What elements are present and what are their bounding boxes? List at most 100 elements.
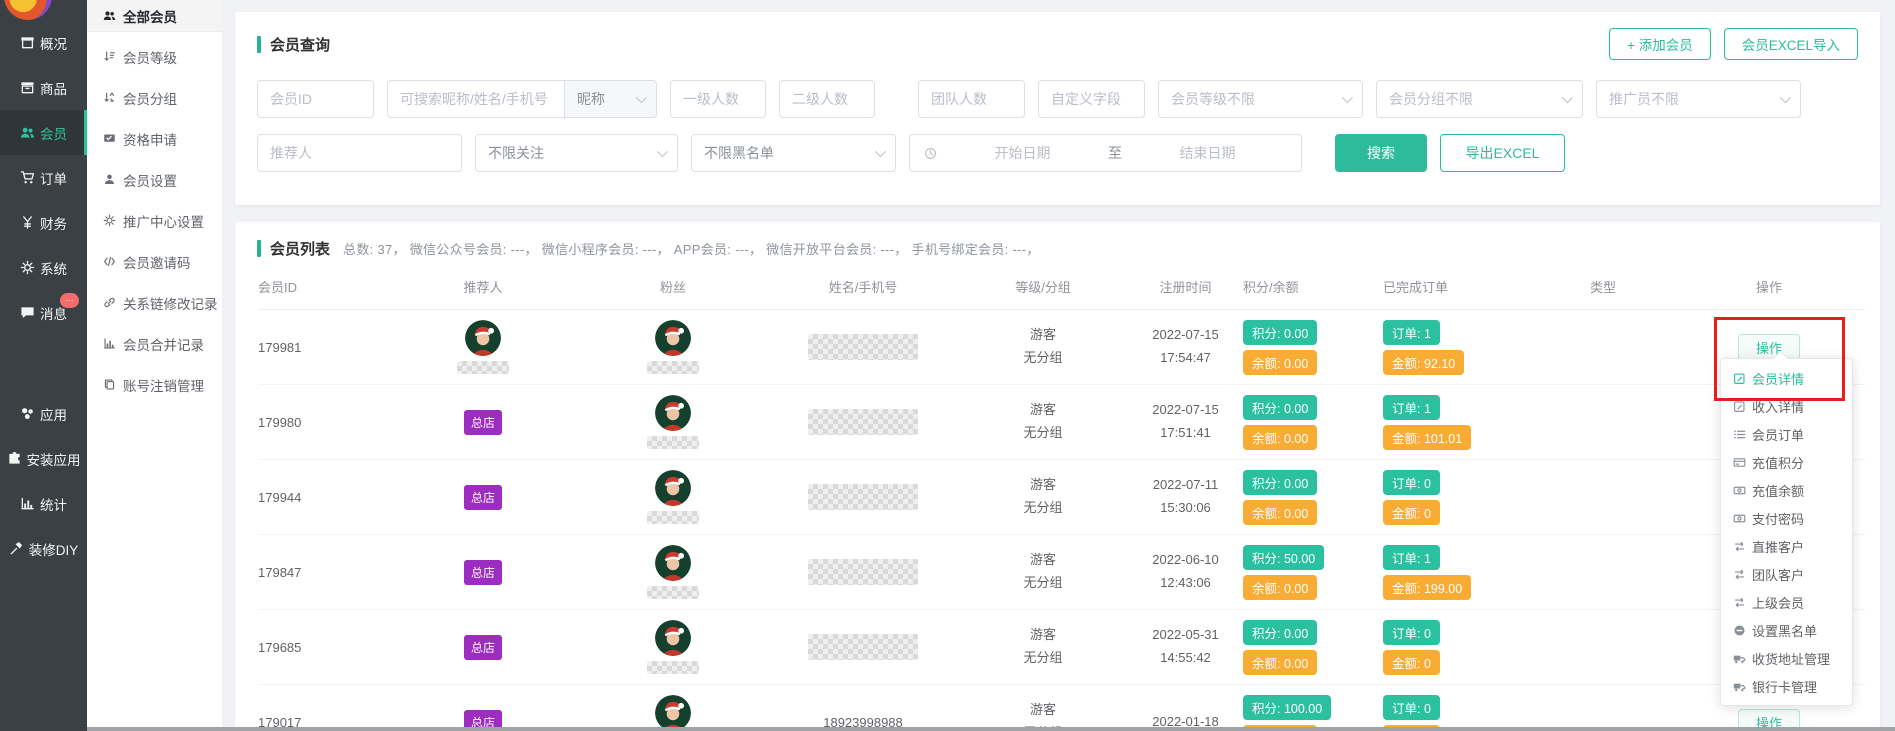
custom-field-input[interactable]: [1038, 80, 1145, 118]
sidebar-item-product[interactable]: 商品: [0, 65, 87, 110]
person-icon: [103, 173, 116, 186]
truck-icon: [1733, 652, 1746, 665]
action-menu-item-income-detail[interactable]: 收入详情: [1721, 392, 1852, 420]
sidebar-item-members[interactable]: 会员: [0, 110, 87, 155]
title-accent-bar: [257, 36, 261, 53]
member-excel-import-button[interactable]: 会员EXCEL导入: [1724, 28, 1858, 60]
member-list-panel: 会员列表 总数: 37， 微信公众号会员: ---， 微信小程序会员: ---，…: [235, 222, 1880, 731]
submenu-item-invite-code[interactable]: 会员邀请码: [87, 241, 222, 282]
row-action-button[interactable]: 操作: [1738, 334, 1800, 361]
col-referrer: 推荐人: [388, 277, 578, 296]
sidebar-item-overview[interactable]: 概况: [0, 20, 87, 65]
member-group-select[interactable]: 会员分组不限: [1376, 80, 1583, 118]
action-menu-item-bank-cards[interactable]: 银行卡管理: [1721, 672, 1852, 700]
name-cell: [768, 334, 958, 360]
avatar[interactable]: [655, 545, 691, 581]
submenu-item-promotion-settings[interactable]: 推广中心设置: [87, 200, 222, 241]
table-row: 179685 总店 游客 无分组 2022-05-31 14:55:42: [258, 610, 1865, 685]
sidebar-item-orders[interactable]: 订单: [0, 155, 87, 200]
level1-count-input[interactable]: [670, 80, 766, 118]
members-icon: [103, 9, 116, 22]
member-level-select[interactable]: 会员等级不限: [1158, 80, 1363, 118]
end-date-field[interactable]: 结束日期: [1128, 143, 1287, 163]
action-menu-item-team-customers[interactable]: 团队客户: [1721, 560, 1852, 588]
register-time-cell: 2022-07-15 17:54:47: [1128, 324, 1243, 370]
points-badge: 积分: 0.00: [1243, 470, 1317, 495]
follow-filter-select[interactable]: 不限关注: [475, 134, 678, 172]
submenu-item-all-members[interactable]: 全部会员: [87, 0, 222, 32]
avatar[interactable]: [655, 470, 691, 506]
chat-icon: [20, 305, 35, 320]
orders-badge: 订单: 1: [1383, 545, 1440, 570]
action-menu-item-set-blacklist[interactable]: 设置黑名单: [1721, 616, 1852, 644]
blurred-nickname: [647, 436, 699, 449]
action-menu-item-recharge-balance[interactable]: 充值余额: [1721, 476, 1852, 504]
sidebar-item-statistics[interactable]: 统计: [0, 481, 87, 526]
submenu-item-member-level[interactable]: 会员等级: [87, 36, 222, 77]
member-id-cell: 179847: [258, 565, 388, 580]
action-menu-item-recharge-points[interactable]: 充值积分: [1721, 448, 1852, 476]
submenu-item-relation-chain-log[interactable]: 关系链修改记录: [87, 282, 222, 323]
edit-icon: [1733, 400, 1746, 413]
level-group-cell: 游客 无分组: [958, 549, 1128, 595]
balance-badge: 余额: 0.00: [1243, 650, 1317, 675]
amount-badge: 金额: 92.10: [1383, 350, 1464, 375]
referrer-input[interactable]: [257, 134, 462, 172]
start-date-field[interactable]: 开始日期: [943, 143, 1102, 163]
fans-cell: [578, 545, 768, 599]
sort-level-icon: [103, 50, 116, 63]
export-excel-button[interactable]: 导出EXCEL: [1440, 134, 1565, 172]
sidebar-item-decorate-diy[interactable]: 装修DIY: [0, 526, 87, 571]
sidebar-item-finance[interactable]: 财务: [0, 200, 87, 245]
sidebar-item-messages[interactable]: 消息 ...: [0, 290, 87, 335]
submenu-item-account-cancellation[interactable]: 账号注销管理: [87, 364, 222, 405]
points-balance-cell: 积分: 0.00 余额: 0.00: [1243, 620, 1383, 675]
submenu-item-qualification[interactable]: 资格申请: [87, 118, 222, 159]
avatar[interactable]: [655, 620, 691, 656]
amount-badge: 金额: 0: [1383, 500, 1440, 525]
keyword-input[interactable]: [387, 80, 565, 118]
add-member-button[interactable]: + 添加会员: [1609, 28, 1711, 60]
promoter-select[interactable]: 推广员不限: [1596, 80, 1801, 118]
blacklist-filter-select[interactable]: 不限黑名单: [691, 134, 896, 172]
keyword-type-select[interactable]: 昵称: [565, 80, 657, 118]
avatar[interactable]: [655, 320, 691, 356]
submenu-item-member-group[interactable]: 会员分组: [87, 77, 222, 118]
sidebar-item-install-apps[interactable]: 安装应用: [0, 436, 87, 481]
submenu-item-member-settings[interactable]: 会员设置: [87, 159, 222, 200]
col-register-time: 注册时间: [1128, 277, 1243, 296]
name-cell: [768, 559, 958, 585]
date-range-picker[interactable]: 开始日期 至 结束日期: [909, 134, 1302, 172]
avatar[interactable]: [465, 320, 501, 356]
list-icon: [1733, 428, 1746, 441]
team-count-input[interactable]: [918, 80, 1025, 118]
action-menu-item-pay-password[interactable]: 支付密码: [1721, 504, 1852, 532]
level2-count-input[interactable]: [779, 80, 875, 118]
referrer-cell: [388, 320, 578, 374]
amount-badge: 金额: 199.00: [1383, 575, 1471, 600]
col-member-id: 会员ID: [258, 277, 388, 296]
avatar[interactable]: [655, 695, 691, 731]
points-balance-cell: 积分: 50.00 余额: 0.00: [1243, 545, 1383, 600]
sidebar-item-apps[interactable]: 应用: [0, 391, 87, 436]
action-menu-item-member-detail[interactable]: 会员详情: [1721, 364, 1852, 392]
avatar[interactable]: [655, 395, 691, 431]
horizontal-scrollbar[interactable]: [87, 727, 1895, 731]
member-id-input[interactable]: [257, 80, 374, 118]
action-menu-item-upline-member[interactable]: 上级会员: [1721, 588, 1852, 616]
points-badge: 积分: 0.00: [1243, 395, 1317, 420]
register-time-cell: 2022-05-31 14:55:42: [1128, 624, 1243, 670]
bar-chart-icon: [20, 496, 35, 511]
search-button[interactable]: 搜索: [1335, 134, 1427, 172]
action-cell: 操作: [1673, 334, 1865, 361]
referrer-cell: 总店: [388, 485, 578, 510]
amount-badge: 金额: 101.01: [1383, 425, 1471, 450]
action-menu-item-direct-customers[interactable]: 直推客户: [1721, 532, 1852, 560]
submenu-item-merge-records[interactable]: 会员合并记录: [87, 323, 222, 364]
amount-badge: 金额: 0: [1383, 650, 1440, 675]
level-group-cell: 游客 无分组: [958, 324, 1128, 370]
action-menu-item-shipping-address[interactable]: 收货地址管理: [1721, 644, 1852, 672]
sidebar-item-system[interactable]: 系统: [0, 245, 87, 290]
action-menu-item-member-orders[interactable]: 会员订单: [1721, 420, 1852, 448]
santa-avatar-icon: [655, 320, 691, 356]
